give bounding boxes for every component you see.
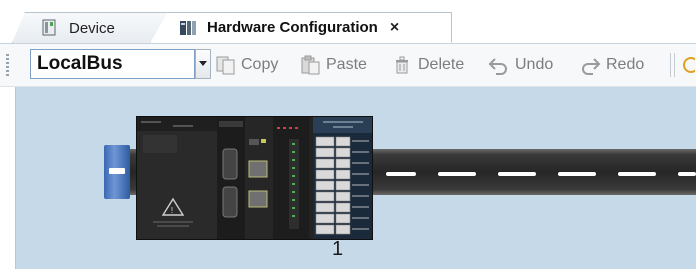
redo-icon xyxy=(582,58,601,75)
copy-label: Copy xyxy=(241,56,279,73)
plc-module-graphic: ! xyxy=(137,117,372,239)
redo-label: Redo xyxy=(606,56,645,73)
copy-icon xyxy=(216,56,235,75)
canvas-left-frame xyxy=(0,87,16,269)
device-icon xyxy=(41,19,59,37)
delete-label: Delete xyxy=(418,56,465,73)
rail-dash xyxy=(438,172,476,176)
rail-dash xyxy=(386,172,416,176)
din-rail-end-clamp xyxy=(104,145,130,199)
rail-dash xyxy=(678,172,696,176)
undo-button[interactable]: Undo xyxy=(487,53,553,77)
svg-text:!: ! xyxy=(170,206,173,215)
document-tab-strip: Device Hardware Configuration × xyxy=(0,0,696,44)
toolbar-grip-handle[interactable] xyxy=(6,54,9,76)
plc-module[interactable]: ! xyxy=(136,116,373,240)
paste-label: Paste xyxy=(326,56,367,73)
tab-device[interactable]: Device xyxy=(12,12,172,43)
module-slot-number: 1 xyxy=(332,238,344,260)
tab-hardware-configuration-label: Hardware Configuration xyxy=(207,19,378,36)
bus-select-value: LocalBus xyxy=(37,53,123,74)
redo-button[interactable]: Redo xyxy=(578,53,644,77)
copy-button[interactable]: Copy xyxy=(215,53,278,77)
toolbar-separator xyxy=(674,53,675,77)
paste-icon xyxy=(301,55,320,75)
bus-select-dropdown-button[interactable] xyxy=(195,49,211,79)
paste-button[interactable]: Paste xyxy=(300,53,367,77)
bus-select[interactable]: LocalBus xyxy=(30,49,195,79)
trash-icon xyxy=(396,56,408,74)
undo-icon xyxy=(488,58,507,75)
delete-button[interactable]: Delete xyxy=(392,53,464,77)
more-tools-icon[interactable] xyxy=(681,53,696,77)
chevron-down-icon xyxy=(199,61,207,66)
toolbar-separator xyxy=(670,53,671,77)
tab-hardware-configuration[interactable]: Hardware Configuration × xyxy=(150,12,452,43)
toolbar: LocalBus Copy Paste Delete Undo Redo xyxy=(0,44,696,87)
tab-device-label: Device xyxy=(69,19,115,37)
hardware-canvas[interactable]: ! 1 xyxy=(16,87,696,269)
hardware-config-icon xyxy=(179,19,197,37)
rail-dash xyxy=(498,172,536,176)
rail-dash xyxy=(558,172,596,176)
rail-dash xyxy=(618,172,656,176)
close-icon[interactable]: × xyxy=(390,19,399,37)
undo-label: Undo xyxy=(515,56,554,73)
